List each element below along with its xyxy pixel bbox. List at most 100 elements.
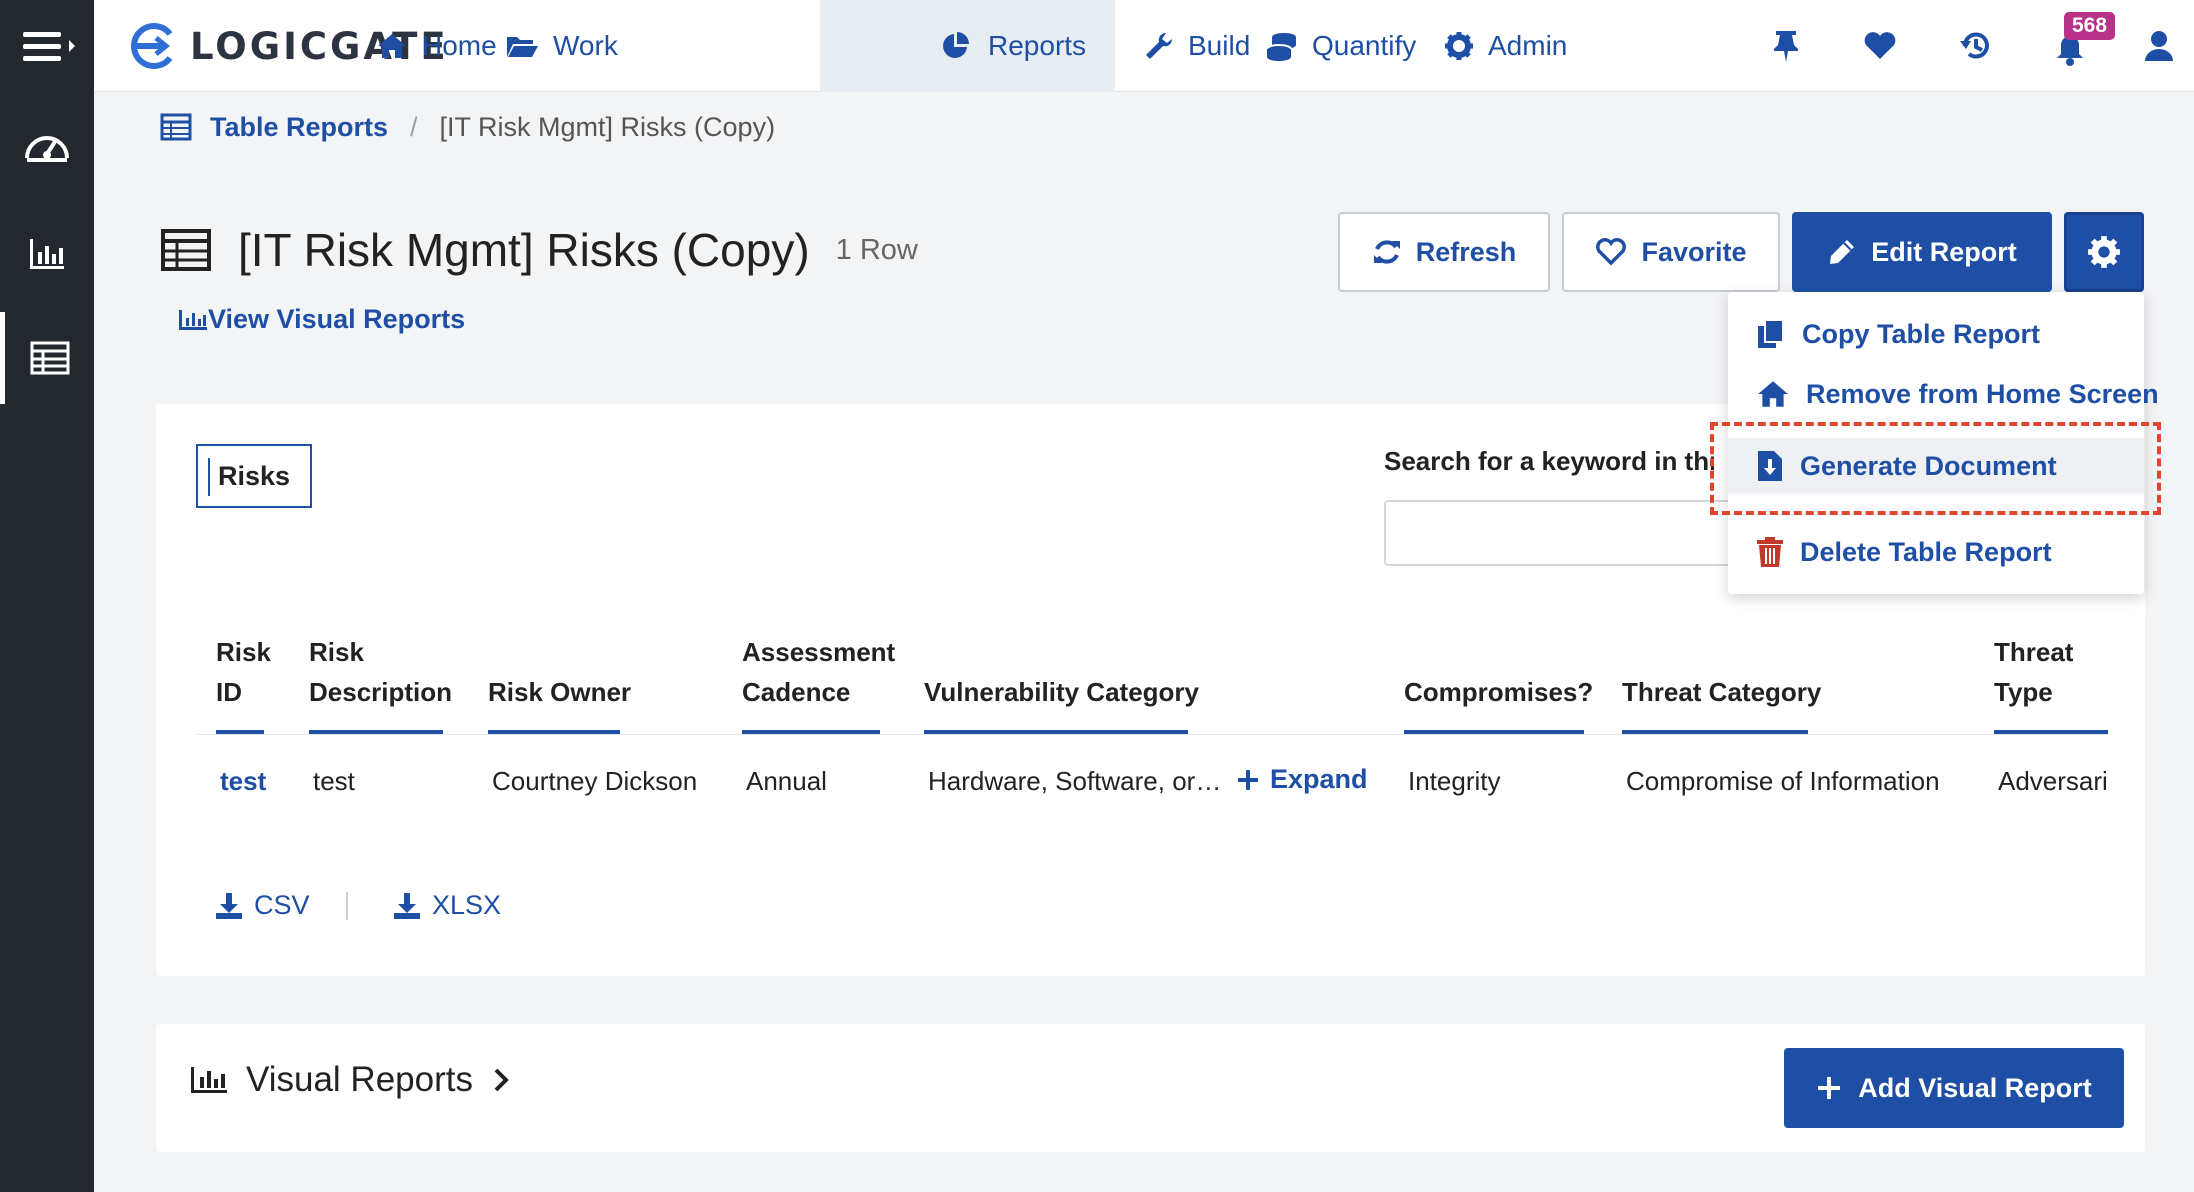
settings-button[interactable] [2064, 212, 2144, 292]
menu-toggle-button[interactable] [0, 0, 94, 92]
column-header-compromises[interactable]: Compromises? [1404, 672, 1593, 712]
add-visual-report-label: Add Visual Report [1858, 1072, 2092, 1103]
menu-item-copy-table-report[interactable]: Copy Table Report [1728, 306, 2144, 362]
pencil-icon [1830, 240, 1855, 264]
row-count: 1 Row [835, 233, 918, 266]
export-xlsx-button[interactable]: XLSX [392, 890, 501, 921]
refresh-label: Refresh [1415, 236, 1517, 267]
view-visual-reports-link[interactable]: View Visual Reports [178, 304, 465, 335]
download-icon [216, 892, 242, 919]
cell-assessment-cadence: Annual [746, 766, 827, 796]
export-csv-button[interactable]: CSV [214, 890, 310, 921]
column-header-risk-owner[interactable]: Risk Owner [488, 672, 631, 712]
nav-reports-label: Reports [988, 30, 1087, 61]
refresh-button[interactable]: Refresh [1338, 212, 1550, 292]
column-header-line: Risk [216, 637, 271, 667]
logicgate-logo-icon [131, 23, 173, 69]
column-header-line: Assessment [742, 637, 896, 667]
column-header-threat-category[interactable]: Threat Category [1622, 672, 1821, 712]
favorite-button[interactable]: Favorite [1562, 212, 1780, 292]
nav-work-label: Work [553, 30, 618, 61]
export-xlsx-label: XLSX [432, 890, 502, 920]
favorites-button[interactable] [1840, 0, 1920, 92]
edit-report-button[interactable]: Edit Report [1792, 212, 2052, 292]
column-header-line: Risk Owner [488, 677, 632, 707]
table-icon [30, 341, 69, 375]
column-header-threat-type[interactable]: Threat Type [1994, 632, 2073, 712]
column-header-vulnerability-category[interactable]: Vulnerability Category [924, 672, 1199, 712]
column-header-assessment-cadence[interactable]: Assessment Cadence [742, 632, 895, 712]
expand-button[interactable]: Expand [1236, 764, 1368, 795]
hamburger-icon [23, 32, 75, 61]
nav-reports[interactable]: Reports [820, 0, 1115, 92]
nav-admin-label: Admin [1488, 30, 1568, 61]
menu-item-delete-table-report[interactable]: Delete Table Report [1728, 524, 2144, 580]
nav-admin[interactable]: Admin [1418, 0, 1593, 92]
chevron-right-icon [494, 1068, 509, 1092]
favorite-label: Favorite [1641, 236, 1747, 267]
refresh-icon [1373, 240, 1400, 264]
column-header-line: Vulnerability Category [924, 677, 1199, 707]
menu-item-label: Delete Table Report [1800, 536, 2052, 567]
search-input[interactable] [1384, 500, 1744, 566]
column-header-line: Risk [309, 637, 364, 667]
coins-icon [1266, 33, 1296, 61]
wrench-icon [1146, 32, 1173, 59]
cell-risk-description: test [313, 766, 355, 796]
rail-table-reports-button[interactable] [0, 312, 94, 404]
pie-chart-icon [943, 32, 969, 58]
rail-visual-reports-button[interactable] [0, 208, 94, 300]
breadcrumb-separator: / [410, 111, 418, 142]
page-title: [IT Risk Mgmt] Risks (Copy) [238, 224, 810, 276]
bar-chart-icon [179, 309, 207, 330]
gear-icon [2088, 236, 2120, 268]
pin-icon [1774, 31, 1798, 62]
expand-label: Expand [1270, 764, 1368, 794]
bar-chart-icon [191, 1067, 227, 1093]
table-header-divider [196, 734, 2108, 735]
home-icon [378, 34, 406, 58]
rail-dashboard-button[interactable] [0, 100, 94, 192]
cell-compromises: Integrity [1408, 766, 1501, 796]
visual-reports-card: Visual Reports Add Visual Report [156, 1024, 2145, 1152]
pin-button[interactable] [1746, 0, 1826, 92]
user-menu-button[interactable] [2124, 0, 2194, 92]
trash-icon [1757, 537, 1783, 567]
table-icon [160, 113, 192, 141]
home-icon [1758, 381, 1788, 407]
menu-item-label: Generate Document [1800, 450, 2057, 481]
export-csv-label: CSV [254, 890, 310, 920]
folder-open-icon [507, 37, 538, 57]
gear-icon [1445, 32, 1473, 60]
bar-chart-icon [30, 239, 64, 269]
visual-reports-header[interactable]: Visual Reports [190, 1060, 531, 1100]
breadcrumb: Table Reports / [IT Risk Mgmt] Risks (Co… [160, 106, 775, 148]
column-header-line: Type [1994, 677, 2053, 707]
column-header-line: Threat [1994, 637, 2074, 667]
notification-badge: 568 [2064, 12, 2116, 40]
tab-risks[interactable]: Risks [196, 444, 312, 508]
history-button[interactable] [1936, 0, 2016, 92]
menu-item-generate-document[interactable]: Generate Document [1728, 438, 2144, 494]
nav-work[interactable]: Work [479, 0, 644, 92]
cell-threat-category: Compromise of Information [1626, 766, 1940, 796]
settings-dropdown-menu: Copy Table Report Remove from Home Scree… [1728, 292, 2159, 594]
menu-divider [1728, 514, 2144, 515]
column-header-line: Compromises? [1404, 677, 1594, 707]
file-download-icon [1758, 451, 1782, 481]
download-icon [394, 892, 420, 919]
nav-quantify[interactable]: Quantify [1240, 0, 1442, 92]
add-visual-report-button[interactable]: Add Visual Report [1784, 1048, 2124, 1128]
cell-risk-id[interactable]: test [220, 766, 266, 797]
menu-item-label: Remove from Home Screen [1806, 378, 2159, 409]
column-header-risk-description[interactable]: Risk Description [309, 632, 452, 712]
heart-outline-icon [1596, 238, 1627, 266]
breadcrumb-current: [IT Risk Mgmt] Risks (Copy) [439, 111, 776, 142]
left-rail [0, 0, 94, 1192]
tab-risks-label: Risks [217, 460, 291, 491]
column-header-risk-id[interactable]: Risk ID [216, 632, 271, 712]
breadcrumb-table-reports-link[interactable]: Table Reports [210, 112, 388, 143]
notifications-button[interactable]: 568 [2030, 0, 2116, 92]
plus-icon [1238, 769, 1258, 790]
menu-item-remove-from-home-screen[interactable]: Remove from Home Screen [1728, 366, 2159, 422]
